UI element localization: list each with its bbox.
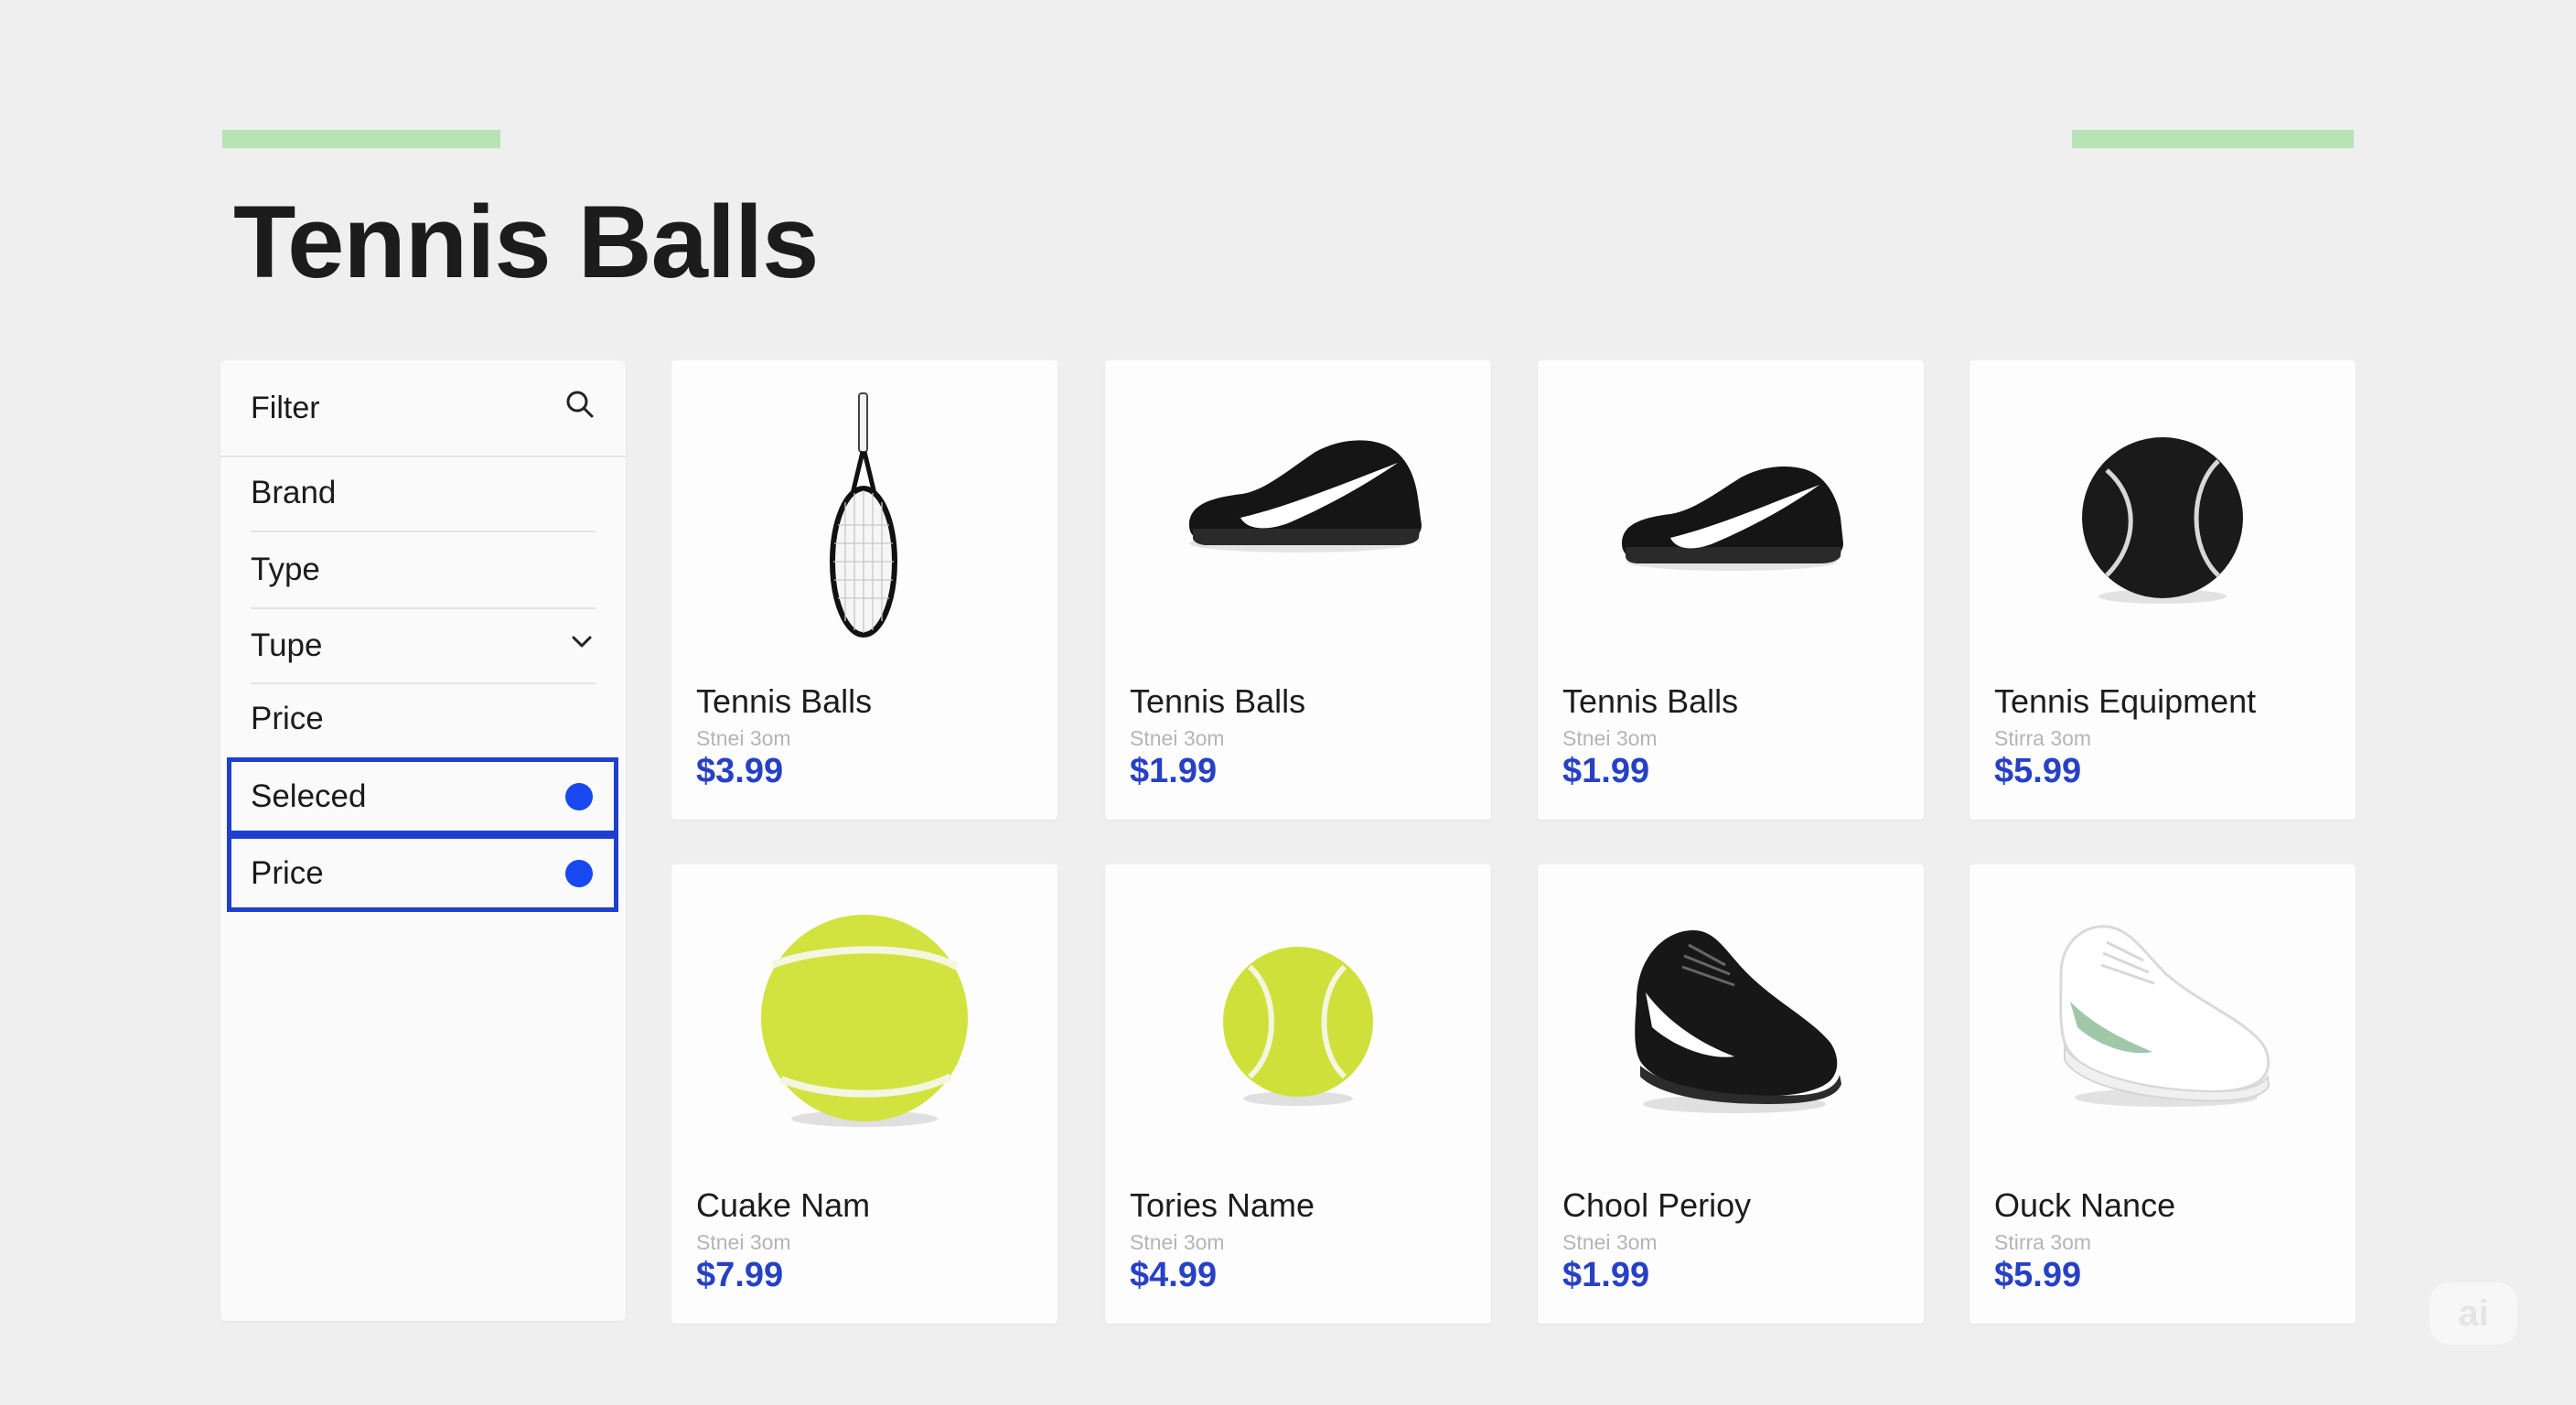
product-price: $4.99	[1130, 1256, 1218, 1294]
filter-header[interactable]: Filter	[220, 360, 626, 457]
accent-bar-right	[2072, 130, 2354, 148]
product-card[interactable]: Ouck Nance Stirra 3om $5.99	[1970, 864, 2356, 1324]
product-name: Chool Perioy	[1562, 1186, 1752, 1224]
product-subtitle: Stnei 3om	[1562, 726, 1658, 750]
product-price: $1.99	[1130, 752, 1218, 790]
selected-filter-seleced[interactable]: Seleced	[227, 757, 618, 835]
filter-label: Filter	[251, 390, 320, 425]
product-name: Tennis Balls	[696, 682, 873, 720]
product-card[interactable]: Tennis Equipment Stirra 3om $5.99	[1970, 360, 2356, 820]
product-name: Tennis Equipment	[1994, 682, 2257, 720]
blue-dot-indicator	[565, 859, 593, 887]
product-price: $1.99	[1562, 1256, 1650, 1294]
selected-filter-label: Price	[251, 854, 324, 891]
selected-filter-price[interactable]: Price	[227, 834, 618, 912]
product-card[interactable]: Tennis Balls Stnei 3om $3.99	[671, 360, 1057, 820]
product-card[interactable]: Tories Name Stnei 3om $4.99	[1105, 864, 1491, 1324]
tennis-ball-image	[1105, 864, 1491, 1157]
product-subtitle: Stnei 3om	[1562, 1230, 1658, 1254]
product-price: $3.99	[696, 752, 784, 790]
product-name: Tories Name	[1130, 1186, 1315, 1224]
black-ball-image	[1970, 360, 2356, 653]
blue-dot-indicator	[565, 782, 593, 810]
search-icon[interactable]	[564, 389, 596, 428]
product-card[interactable]: Chool Perioy Stnei 3om $1.99	[1538, 864, 1924, 1324]
product-card[interactable]: Tennis Balls Stnei 3om $1.99	[1538, 360, 1924, 820]
selected-filter-label: Seleced	[251, 778, 367, 814]
filter-item-label: Price	[251, 701, 324, 736]
filter-item-label: Tupe	[251, 627, 323, 663]
product-card[interactable]: Cuake Nam Stnei 3om $7.99	[671, 864, 1057, 1324]
filter-item-type[interactable]: Type	[251, 532, 596, 609]
product-subtitle: Stnei 3om	[696, 726, 791, 750]
tennis-racket-image	[671, 360, 1057, 653]
black-high-sneaker-image	[1538, 864, 1924, 1157]
product-name: Ouck Nance	[1994, 1186, 2176, 1224]
ai-badge: ai	[2430, 1282, 2517, 1345]
product-name: Cuake Nam	[696, 1186, 871, 1224]
product-name: Tennis Balls	[1562, 682, 1739, 720]
product-price: $1.99	[1562, 752, 1650, 790]
chevron-down-icon	[568, 627, 596, 664]
product-price: $5.99	[1994, 752, 2082, 790]
black-sneaker-image	[1105, 360, 1491, 653]
product-subtitle: Stnei 3om	[696, 1230, 791, 1254]
product-card[interactable]: Tennis Balls Stnei 3om $1.99	[1105, 360, 1491, 820]
product-name: Tennis Balls	[1130, 682, 1306, 720]
product-price: $5.99	[1994, 1256, 2082, 1294]
white-sneaker-image	[1970, 864, 2356, 1157]
product-price: $7.99	[696, 1256, 784, 1294]
product-subtitle: Stirra 3om	[1994, 726, 2092, 750]
black-sneaker-image	[1538, 360, 1924, 653]
page-title: Tennis Balls	[233, 185, 819, 299]
product-subtitle: Stnei 3om	[1130, 1230, 1225, 1254]
product-subtitle: Stnei 3om	[1130, 726, 1225, 750]
tennis-ball-image	[671, 864, 1057, 1157]
accent-bar-left	[222, 130, 500, 148]
filter-item-label: Brand	[251, 475, 337, 510]
filter-item-price[interactable]: Price	[251, 684, 596, 754]
filter-item-brand[interactable]: Brand	[251, 456, 596, 532]
product-subtitle: Stirra 3om	[1994, 1230, 2092, 1254]
filter-item-label: Type	[251, 552, 320, 587]
filter-sidebar: Filter Brand Type Tupe Price Seleced Pri…	[220, 360, 626, 1321]
filter-item-tupe-dropdown[interactable]: Tupe	[251, 609, 596, 684]
